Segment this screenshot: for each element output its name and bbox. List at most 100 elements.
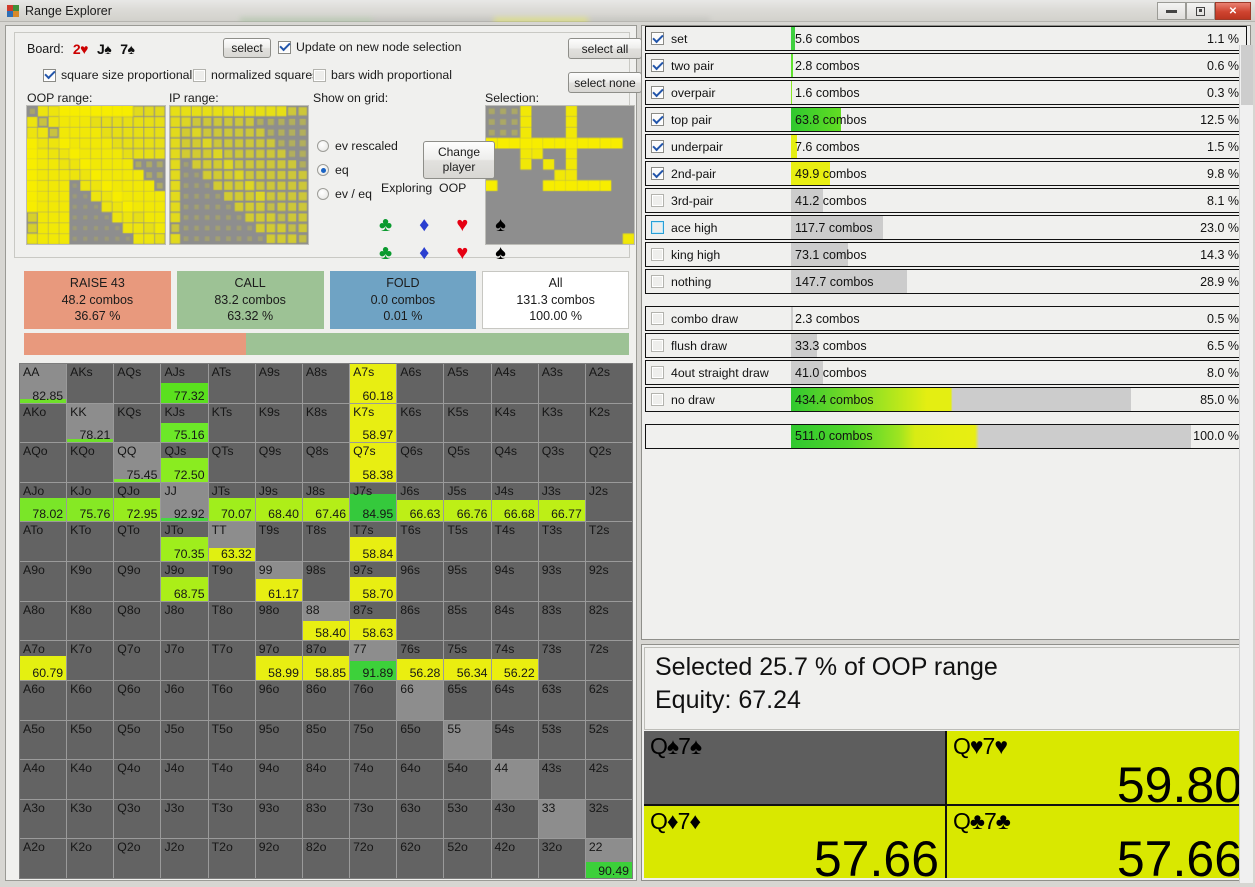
matrix-cell[interactable]: A3o <box>20 800 66 839</box>
matrix-cell[interactable]: K5s <box>444 404 490 443</box>
matrix-cell[interactable]: 62s <box>586 681 632 720</box>
club-icon[interactable]: ♣ <box>379 215 392 235</box>
matrix-cell[interactable]: K9o <box>67 562 113 601</box>
matrix-cell[interactable]: Q6o <box>114 681 160 720</box>
matrix-cell[interactable]: K4o <box>67 760 113 799</box>
matrix-cell[interactable]: 75o <box>350 721 396 760</box>
category-row-two-pair[interactable]: two pair2.8 combos0.6 % <box>645 53 1247 78</box>
change-player-button[interactable]: Change player <box>423 141 495 179</box>
matrix-cell[interactable]: 72o <box>350 839 396 878</box>
matrix-cell[interactable]: T6s <box>397 522 443 561</box>
matrix-cell[interactable]: K9s <box>256 404 302 443</box>
restore-button[interactable] <box>1186 2 1215 20</box>
matrix-cell[interactable]: AJo78.02 <box>20 483 66 522</box>
matrix-cell[interactable]: 7791.89 <box>350 641 396 680</box>
matrix-cell[interactable]: K2s <box>586 404 632 443</box>
category-checkbox[interactable] <box>651 339 664 352</box>
category-checkbox[interactable] <box>651 194 664 207</box>
matrix-cell[interactable]: 97o58.99 <box>256 641 302 680</box>
matrix-cell[interactable]: A6s <box>397 364 443 403</box>
matrix-cell[interactable]: 63o <box>397 800 443 839</box>
matrix-cell[interactable]: 73s <box>539 641 585 680</box>
ip-range-minigrid[interactable] <box>169 105 309 245</box>
bars-width-proportional-checkbox[interactable]: bars widh proportional <box>313 68 452 82</box>
matrix-cell[interactable]: K8s <box>303 404 349 443</box>
matrix-cell[interactable]: J8s67.46 <box>303 483 349 522</box>
matrix-cell[interactable]: Q6s <box>397 443 443 482</box>
matrix-cell[interactable]: Q7o <box>114 641 160 680</box>
category-row-nothing[interactable]: nothing147.7 combos28.9 % <box>645 269 1247 294</box>
suit-filter-row-2[interactable]: ♣ ♦ ♥ ♠ <box>379 243 506 263</box>
matrix-cell[interactable]: A6o <box>20 681 66 720</box>
matrix-cell[interactable]: JJ92.92 <box>161 483 207 522</box>
matrix-cell[interactable]: T5s <box>444 522 490 561</box>
matrix-cell[interactable]: QTo <box>114 522 160 561</box>
matrix-cell[interactable]: 76o <box>350 681 396 720</box>
matrix-cell[interactable]: 32o <box>539 839 585 878</box>
category-row-no-draw[interactable]: no draw434.4 combos85.0 % <box>645 387 1247 412</box>
category-checkbox[interactable] <box>651 59 664 72</box>
matrix-cell[interactable]: J9o68.75 <box>161 562 207 601</box>
made-hand-category-list[interactable]: set5.6 combos1.1 %two pair2.8 combos0.6 … <box>642 26 1250 294</box>
matrix-cell[interactable]: T3s <box>539 522 585 561</box>
matrix-cell[interactable]: 52o <box>444 839 490 878</box>
matrix-cell[interactable]: 82o <box>303 839 349 878</box>
heart-icon[interactable]: ♥ <box>456 215 468 235</box>
matrix-cell[interactable]: 9961.17 <box>256 562 302 601</box>
matrix-cell[interactable]: 43o <box>492 800 538 839</box>
matrix-cell[interactable]: ATo <box>20 522 66 561</box>
select-none-button[interactable]: select none <box>568 72 642 93</box>
matrix-cell[interactable]: 87s58.63 <box>350 602 396 641</box>
matrix-cell[interactable]: K8o <box>67 602 113 641</box>
matrix-cell[interactable]: AQs <box>114 364 160 403</box>
category-checkbox[interactable] <box>651 167 664 180</box>
category-row-combo-draw[interactable]: combo draw2.3 combos0.5 % <box>645 306 1247 331</box>
heart-icon[interactable]: ♥ <box>456 243 468 263</box>
combo-equity-cell[interactable]: Q♠7♠ <box>644 731 945 804</box>
matrix-cell[interactable]: Q9o <box>114 562 160 601</box>
matrix-cell[interactable]: J4o <box>161 760 207 799</box>
matrix-cell[interactable]: K7s58.97 <box>350 404 396 443</box>
scrollbar-thumb[interactable] <box>1241 45 1253 105</box>
action-button-call[interactable]: CALL83.2 combos63.32 % <box>177 271 324 329</box>
matrix-cell[interactable]: K5o <box>67 721 113 760</box>
matrix-cell[interactable]: 54s <box>492 721 538 760</box>
matrix-cell[interactable]: 64s <box>492 681 538 720</box>
matrix-cell[interactable]: 92o <box>256 839 302 878</box>
matrix-cell[interactable]: J4s66.68 <box>492 483 538 522</box>
matrix-cell[interactable]: 66 <box>397 681 443 720</box>
category-row-4out-straight-draw[interactable]: 4out straight draw41.0 combos8.0 % <box>645 360 1247 385</box>
window-titlebar[interactable]: Range Explorer ✕ <box>0 0 1255 22</box>
matrix-cell[interactable]: Q4s <box>492 443 538 482</box>
category-checkbox[interactable] <box>651 366 664 379</box>
matrix-cell[interactable]: J8o <box>161 602 207 641</box>
matrix-cell[interactable]: 55 <box>444 721 490 760</box>
matrix-cell[interactable]: K3s <box>539 404 585 443</box>
matrix-cell[interactable]: Q4o <box>114 760 160 799</box>
category-checkbox[interactable] <box>651 312 664 325</box>
matrix-cell[interactable]: T2o <box>209 839 255 878</box>
matrix-cell[interactable]: 63s <box>539 681 585 720</box>
matrix-cell[interactable]: A2o <box>20 839 66 878</box>
matrix-cell[interactable]: A3s <box>539 364 585 403</box>
matrix-cell[interactable]: A4o <box>20 760 66 799</box>
matrix-cell[interactable]: J5s66.76 <box>444 483 490 522</box>
matrix-cell[interactable]: A5o <box>20 721 66 760</box>
category-row-2nd-pair[interactable]: 2nd-pair49.9 combos9.8 % <box>645 161 1247 186</box>
select-all-button[interactable]: select all <box>568 38 642 59</box>
matrix-cell[interactable]: K4s <box>492 404 538 443</box>
suit-filter-row-1[interactable]: ♣ ♦ ♥ ♠ <box>379 215 506 235</box>
action-button-all[interactable]: All131.3 combos100.00 % <box>482 271 629 329</box>
oop-range-minigrid[interactable] <box>26 105 166 245</box>
action-button-raise-43[interactable]: RAISE 4348.2 combos36.67 % <box>24 271 171 329</box>
matrix-cell[interactable]: 64o <box>397 760 443 799</box>
matrix-cell[interactable]: T6o <box>209 681 255 720</box>
matrix-cell[interactable]: Q8o <box>114 602 160 641</box>
radio-ev-rescaled[interactable]: ev rescaled <box>317 139 398 153</box>
matrix-cell[interactable]: K7o <box>67 641 113 680</box>
spade-icon[interactable]: ♠ <box>495 243 506 263</box>
matrix-cell[interactable]: Q5s <box>444 443 490 482</box>
matrix-cell[interactable]: 96s <box>397 562 443 601</box>
matrix-cell[interactable]: J3o <box>161 800 207 839</box>
matrix-cell[interactable]: JTo70.35 <box>161 522 207 561</box>
